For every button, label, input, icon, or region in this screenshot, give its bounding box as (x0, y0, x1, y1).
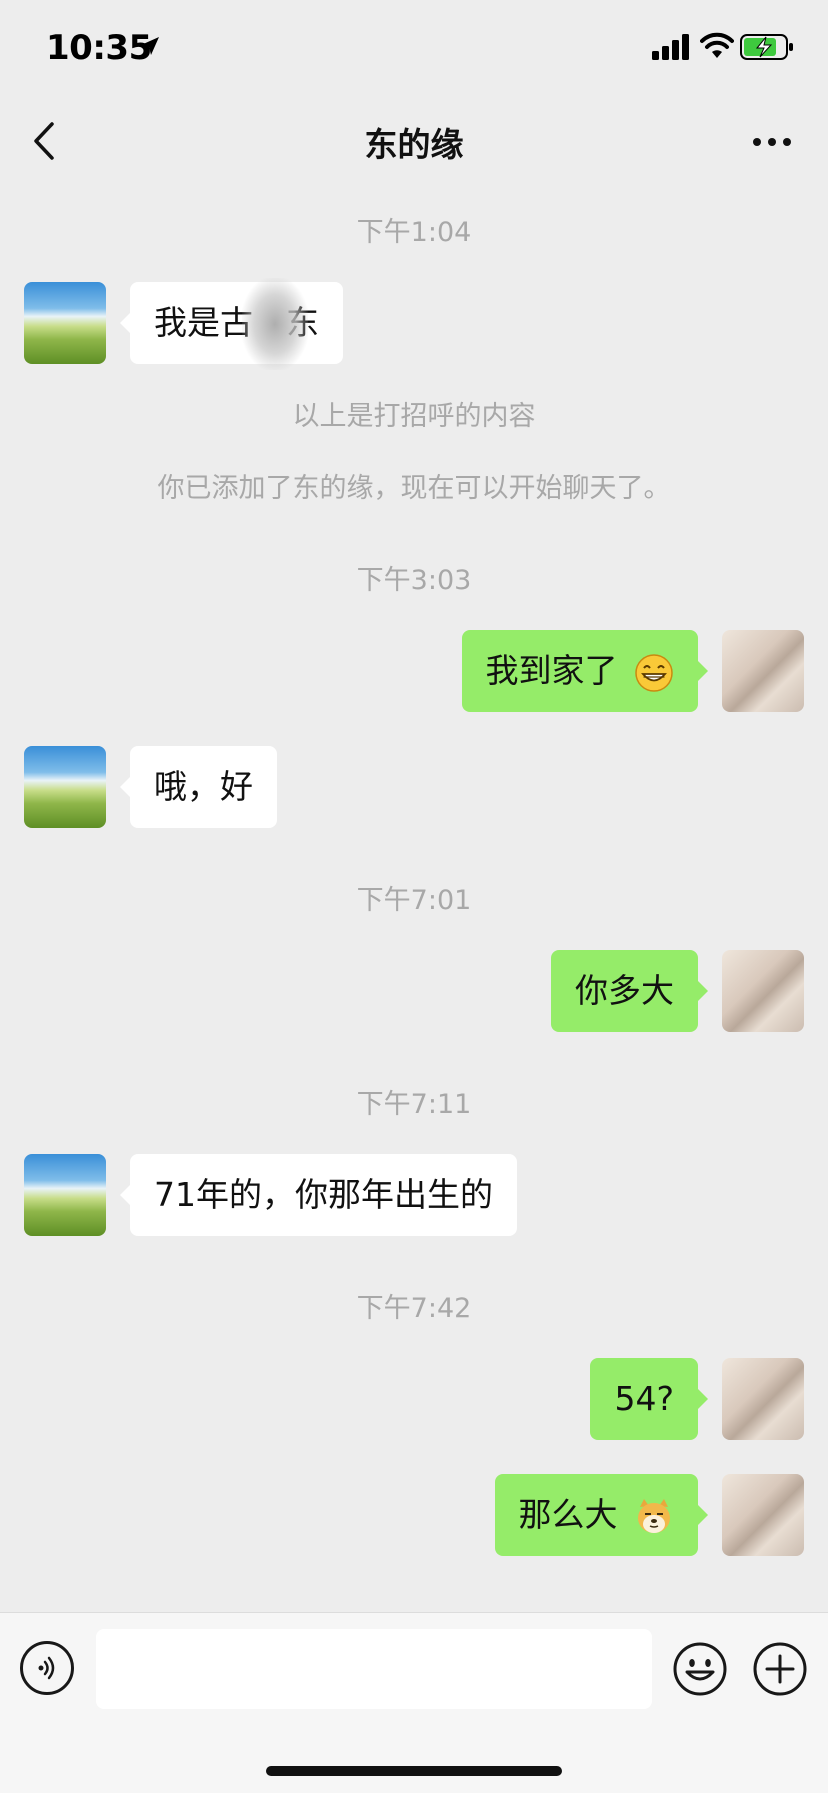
contact-avatar[interactable] (24, 1154, 106, 1236)
system-message: 以上是打招呼的内容 (292, 401, 536, 432)
message-text: 71年的，你那年出生的 (154, 1175, 493, 1214)
message-bubble[interactable]: 你多大 (551, 950, 708, 1032)
voice-icon (38, 1656, 55, 1680)
timestamp: 下午1:04 (356, 217, 472, 248)
wifi-icon (700, 32, 734, 58)
grin-emoji-icon (635, 653, 673, 692)
plus-icon[interactable] (752, 1641, 808, 1697)
battery-charging-icon (740, 34, 793, 60)
message-text: 我是古 东 (154, 303, 319, 342)
timestamp: 下午7:11 (356, 1089, 472, 1120)
self-avatar[interactable] (722, 630, 804, 712)
timestamp: 下午7:42 (356, 1293, 472, 1324)
message-text: 我到家了 (485, 651, 618, 690)
contact-avatar[interactable] (24, 282, 106, 364)
voice-button[interactable] (20, 1641, 74, 1695)
self-avatar[interactable] (722, 1474, 804, 1556)
message-text: 那么大 (518, 1495, 618, 1534)
message-bubble[interactable]: 71年的，你那年出生的 (120, 1154, 517, 1236)
doge-emoji-icon (638, 1498, 670, 1533)
system-message: 你已添加了东的缘，现在可以开始聊天了。 (157, 473, 671, 504)
timestamp: 下午3:03 (356, 565, 472, 596)
status-bar: 10:35 (0, 0, 828, 100)
message-input[interactable] (96, 1629, 652, 1709)
nav-bar: 东的缘 (0, 100, 828, 182)
more-button[interactable] (744, 122, 800, 162)
emoji-icon[interactable] (672, 1641, 728, 1697)
home-indicator[interactable] (266, 1766, 562, 1776)
message-text: 你多大 (575, 971, 674, 1010)
location-arrow-icon (141, 37, 159, 55)
message-text: 哦，好 (154, 767, 253, 806)
chat-title: 东的缘 (364, 125, 464, 164)
message-bubble[interactable]: 哦，好 (120, 746, 277, 828)
message-text: 54? (614, 1379, 674, 1418)
timestamp: 下午7:01 (356, 885, 472, 916)
more-dots-icon (753, 138, 791, 146)
message-bubble[interactable]: 我到家了 (461, 630, 708, 712)
self-avatar[interactable] (722, 950, 804, 1032)
contact-avatar[interactable] (24, 746, 106, 828)
status-time: 10:35 (46, 28, 152, 68)
message-bubble[interactable]: 54? (590, 1358, 708, 1440)
self-avatar[interactable] (722, 1358, 804, 1440)
message-bubble[interactable]: 那么大 (494, 1474, 708, 1556)
signal-icon (652, 34, 689, 60)
message-bubble[interactable]: 我是古 东 (120, 278, 343, 370)
